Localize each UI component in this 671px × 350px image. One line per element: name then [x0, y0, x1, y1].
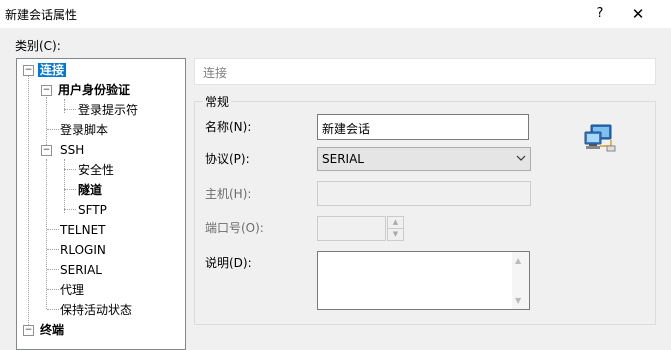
port-spinner[interactable]: ▲ ▼	[387, 216, 404, 241]
tree-item-connection[interactable]: 连接	[38, 63, 67, 77]
tree-line	[47, 249, 59, 250]
spin-down-icon[interactable]: ▼	[388, 229, 403, 240]
tree-line	[64, 169, 76, 170]
protocol-value: SERIAL	[322, 152, 364, 166]
scroll-up-icon[interactable]: ▲	[515, 256, 521, 265]
tree-item-user-auth[interactable]: 用户身份验证	[58, 81, 130, 99]
network-computer-icon	[584, 124, 616, 152]
tree-item-ssh[interactable]: SSH	[60, 141, 84, 159]
protocol-label: 协议(P):	[205, 152, 250, 166]
panel-header: 连接	[194, 58, 656, 85]
category-tree[interactable]: − 连接 − 用户身份验证 登录提示符 登录脚本 − SSH 安全性 隧道 SF…	[16, 58, 186, 350]
tree-line	[47, 289, 59, 290]
tree-line	[47, 269, 59, 270]
tree-line	[64, 189, 76, 190]
tree-line	[28, 75, 29, 335]
port-field[interactable]	[317, 216, 386, 241]
port-label: 端口号(O):	[205, 221, 264, 235]
name-field[interactable]: 新建会话	[317, 114, 529, 140]
collapse-icon[interactable]: −	[23, 65, 34, 76]
tree-item-serial[interactable]: SERIAL	[60, 261, 102, 279]
tree-item-rlogin[interactable]: RLOGIN	[60, 241, 106, 259]
host-field[interactable]	[317, 181, 531, 206]
tree-item-security[interactable]: 安全性	[78, 161, 114, 179]
tree-line	[64, 209, 76, 210]
chevron-down-icon	[516, 155, 526, 161]
close-button[interactable]: ✕	[616, 0, 660, 28]
tree-line	[64, 99, 65, 113]
tree-item-sftp[interactable]: SFTP	[78, 201, 107, 219]
tree-line	[47, 309, 59, 310]
tree-line	[46, 159, 47, 309]
tree-item-login-prompt[interactable]: 登录提示符	[78, 101, 138, 119]
tree-line	[64, 109, 76, 110]
name-value: 新建会话	[322, 122, 371, 136]
protocol-select[interactable]: SERIAL	[317, 147, 531, 171]
window-title: 新建会话属性	[5, 8, 78, 22]
tree-line	[47, 129, 59, 130]
panel-header-text: 连接	[203, 66, 228, 80]
tree-line	[47, 229, 59, 230]
expand-icon[interactable]: −	[23, 325, 34, 336]
tree-item-keepalive[interactable]: 保持活动状态	[60, 301, 132, 319]
tree-line	[64, 159, 65, 213]
description-label: 说明(D):	[205, 256, 252, 270]
collapse-icon[interactable]: −	[41, 145, 52, 156]
title-bar: 新建会话属性 ? ✕	[0, 0, 671, 28]
name-label: 名称(N):	[205, 120, 252, 134]
tree-item-telnet[interactable]: TELNET	[60, 221, 106, 239]
general-group-title: 常规	[203, 93, 232, 110]
host-label: 主机(H):	[205, 187, 252, 201]
scroll-down-icon[interactable]: ▼	[515, 296, 521, 305]
spin-up-icon[interactable]: ▲	[388, 217, 403, 229]
tree-item-proxy[interactable]: 代理	[60, 281, 84, 299]
tree-item-terminal[interactable]: 终端	[40, 321, 64, 339]
tree-item-login-script[interactable]: 登录脚本	[60, 121, 108, 139]
description-scrollbar[interactable]: ▲ ▼	[512, 252, 529, 309]
description-field[interactable]: ▲ ▼	[317, 251, 530, 310]
tree-line	[46, 97, 47, 151]
tree-item-tunnel[interactable]: 隧道	[78, 181, 102, 199]
category-label: 类别(C):	[15, 39, 61, 53]
collapse-icon[interactable]: −	[41, 85, 52, 96]
